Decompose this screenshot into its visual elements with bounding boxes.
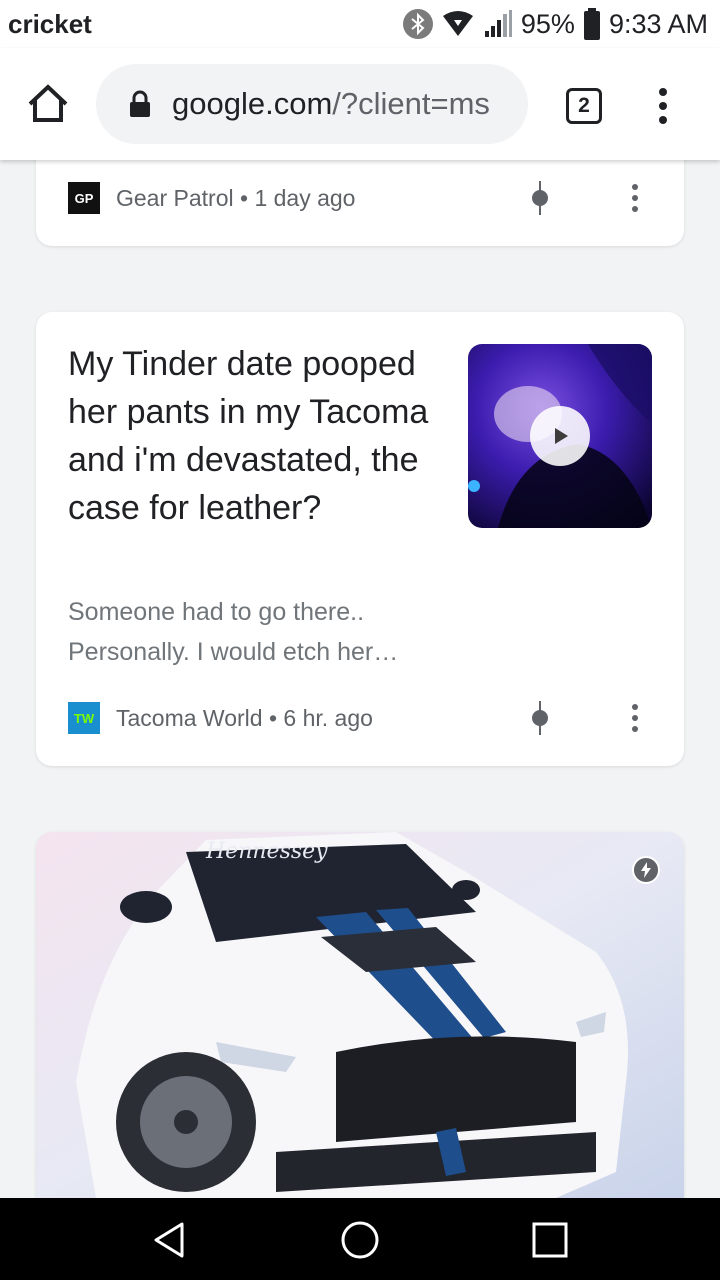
address-bar[interactable]: google.com/?client=ms <box>96 64 528 144</box>
url-host: google.com <box>172 86 333 121</box>
lock-icon <box>130 90 150 117</box>
home-icon <box>28 84 68 122</box>
play-icon <box>555 428 568 444</box>
interest-icon <box>532 181 548 215</box>
gear-patrol-logo: GP <box>68 182 100 214</box>
battery-icon <box>583 8 600 40</box>
amp-lightning-icon <box>632 856 660 884</box>
signal-icon <box>484 10 512 37</box>
system-nav-bar <box>0 1198 720 1280</box>
card-menu-button[interactable] <box>627 704 643 732</box>
feed-card[interactable]: Hennessey <box>36 832 684 1198</box>
home-circle-icon <box>341 1221 379 1259</box>
car-image[interactable]: Hennessey <box>36 832 684 1198</box>
clock-time: 9:33 AM <box>608 8 708 39</box>
carrier-name: cricket <box>8 9 92 39</box>
tacoma-world-logo: TW <box>68 702 100 734</box>
interest-icon <box>532 701 548 735</box>
recents-icon <box>532 1222 568 1258</box>
home-button[interactable] <box>24 80 72 128</box>
card-snippet: Someone had to go there.. Personally. I … <box>68 598 399 666</box>
card-headline[interactable]: My Tinder date pooped her pants in my Ta… <box>68 340 438 532</box>
tab-count: 2 <box>578 94 590 117</box>
back-button[interactable] <box>146 1216 194 1264</box>
video-thumbnail[interactable] <box>468 344 652 528</box>
url-text: google.com/?client=ms <box>172 86 490 122</box>
source-row: GP Gear Patrol • 1 day ago <box>68 181 355 215</box>
bluetooth-icon <box>402 9 433 39</box>
feed-card[interactable]: My Tinder date pooped her pants in my Ta… <box>36 312 684 766</box>
system-home-button[interactable] <box>336 1216 384 1264</box>
follow-button[interactable] <box>526 181 554 215</box>
status-bar: cricket 95% 9:33 AM <box>0 0 720 48</box>
wifi-icon <box>442 11 473 36</box>
play-button[interactable] <box>530 406 590 466</box>
back-icon <box>154 1222 184 1258</box>
source-row: TW Tacoma World • 6 hr. ago <box>68 701 373 735</box>
card-menu-button[interactable] <box>627 184 643 212</box>
windshield-banner: Hennessey <box>205 839 328 864</box>
source-meta: Gear Patrol • 1 day ago <box>116 184 356 211</box>
browser-toolbar: google.com/?client=ms 2 <box>0 48 720 160</box>
follow-button[interactable] <box>526 701 554 735</box>
recents-button[interactable] <box>526 1216 574 1264</box>
source-meta: Tacoma World • 6 hr. ago <box>116 704 373 731</box>
battery-percent: 95% <box>520 8 575 39</box>
tab-switcher-button[interactable]: 2 <box>566 88 602 124</box>
url-path: /?client=ms <box>332 86 490 121</box>
status-icons: 95% 9:33 AM <box>402 7 708 41</box>
overflow-menu-button[interactable] <box>648 86 678 126</box>
